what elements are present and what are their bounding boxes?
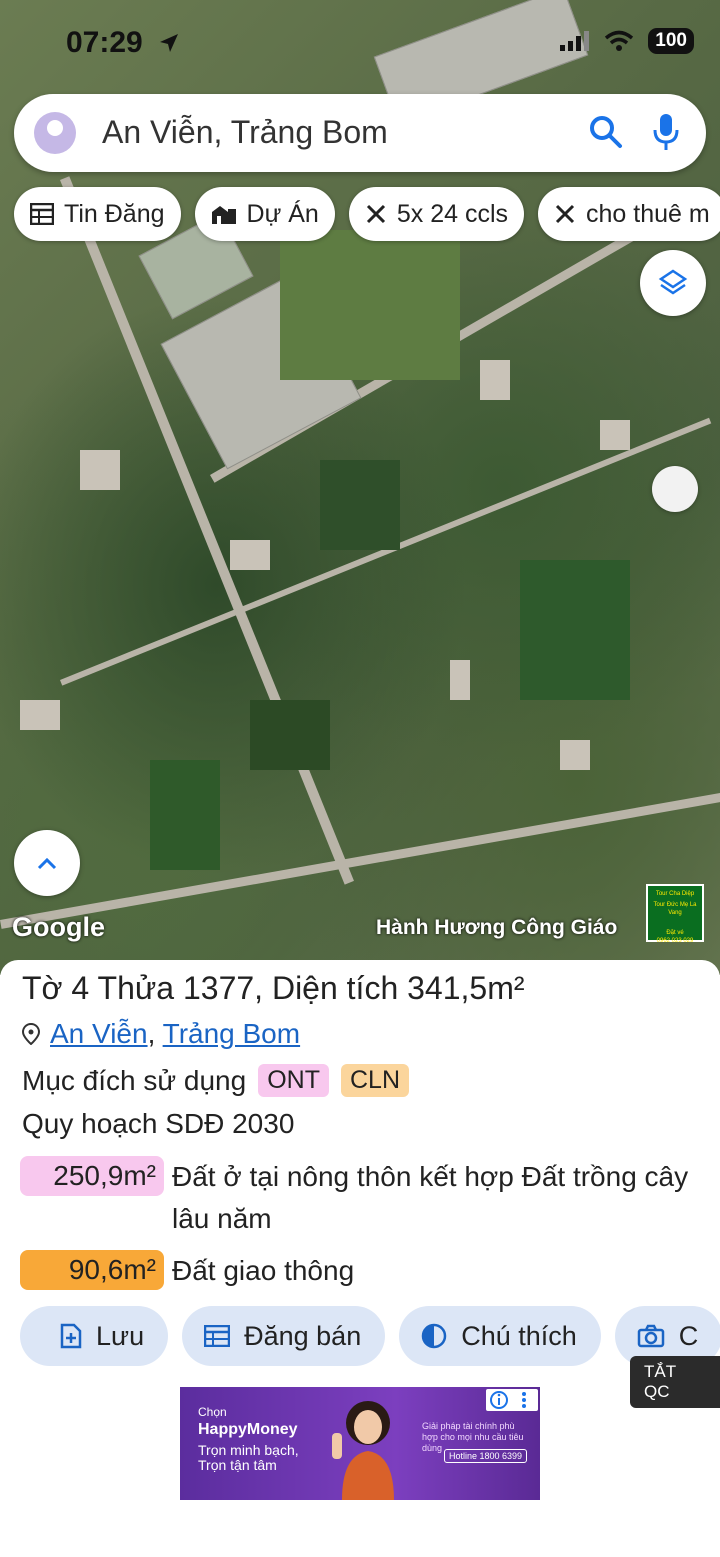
area-value-badge: 250,9m² bbox=[20, 1156, 164, 1196]
land-use-purpose: Mục đích sử dụng ONT CLN bbox=[22, 1064, 409, 1097]
chip-tin-dang[interactable]: Tin Đăng bbox=[14, 187, 181, 241]
mini-ad-line: Đặt vé bbox=[666, 930, 684, 936]
action-buttons: Lưu Đăng bán Chú thích C bbox=[20, 1306, 720, 1366]
ward-link[interactable]: An Viễn bbox=[50, 1018, 148, 1049]
plan-label: Quy hoạch SDĐ 2030 bbox=[22, 1108, 295, 1139]
ad-person-image bbox=[332, 1401, 394, 1500]
search-icon[interactable] bbox=[588, 114, 624, 150]
purpose-tag-cln: CLN bbox=[340, 1064, 409, 1097]
address-separator: , bbox=[147, 1018, 156, 1049]
status-time: 07:29 bbox=[66, 26, 143, 59]
table-icon bbox=[204, 1325, 231, 1347]
ad-hotline: Hotline 1800 6399 bbox=[444, 1449, 528, 1463]
battery-indicator: 100 bbox=[648, 28, 694, 54]
title-prefix: Tờ bbox=[22, 970, 72, 1006]
legend-button[interactable]: Chú thích bbox=[399, 1306, 601, 1366]
avatar[interactable] bbox=[34, 112, 76, 154]
area-value-badge: 90,6m² bbox=[20, 1250, 164, 1290]
area-description: Đất giao thông bbox=[172, 1255, 355, 1286]
contrast-icon bbox=[421, 1323, 447, 1349]
save-button[interactable]: Lưu bbox=[20, 1306, 169, 1366]
chip-5x24[interactable]: 5x 24 ccls bbox=[348, 187, 525, 241]
action-label: Đăng bán bbox=[244, 1320, 362, 1351]
filter-chips: Tin Đăng Dự Án 5x 24 ccls cho thuê m bbox=[14, 187, 720, 241]
wifi-icon bbox=[605, 30, 634, 51]
drag-handle[interactable] bbox=[652, 466, 698, 512]
post-sale-button[interactable]: Đăng bán bbox=[182, 1306, 386, 1366]
tour-ad-thumbnail[interactable]: Tour Cha Diệp Tour Đức Mẹ La Vang Đặt vé… bbox=[646, 884, 704, 944]
ad-tagline: Trọn minh bạch, Trọn tận tâm bbox=[198, 1442, 299, 1473]
google-logo: Google bbox=[12, 912, 105, 942]
area-prefix: , Diện tích bbox=[254, 970, 408, 1006]
search-input[interactable]: An Viễn, Trảng Bom bbox=[102, 114, 388, 151]
microphone-icon[interactable] bbox=[650, 112, 682, 152]
ad-brand: HappyMoney bbox=[198, 1421, 298, 1438]
parcel-number: 1377 bbox=[182, 970, 255, 1006]
signal-icon bbox=[560, 31, 590, 51]
chip-label: Tin Đăng bbox=[64, 199, 165, 228]
close-ad-button[interactable]: TẮT QC bbox=[630, 1356, 720, 1408]
sheet-number: 4 bbox=[71, 970, 90, 1006]
location-arrow-icon bbox=[160, 34, 178, 52]
building-icon bbox=[211, 206, 236, 224]
add-file-icon bbox=[60, 1323, 82, 1349]
area-row: 90,6m² Đất giao thông bbox=[20, 1250, 720, 1292]
district-link[interactable]: Trảng Bom bbox=[163, 1018, 300, 1049]
action-label: Chú thích bbox=[461, 1320, 577, 1351]
purpose-label: Mục đích sử dụng bbox=[22, 1064, 247, 1096]
table-icon bbox=[30, 203, 54, 225]
ad-banner[interactable]: Chọn HappyMoney Trọn minh bạch, Trọn tận… bbox=[180, 1387, 540, 1500]
camera-icon bbox=[637, 1324, 665, 1348]
layers-button[interactable] bbox=[640, 250, 706, 316]
ruler-icon bbox=[555, 204, 575, 224]
mini-ad-line: Tour Cha Diệp bbox=[655, 891, 695, 897]
chip-label: 5x 24 ccls bbox=[396, 199, 509, 228]
layers-icon bbox=[658, 269, 688, 295]
mini-ad-line: Tour Đức Mẹ La Vang bbox=[653, 902, 697, 916]
ad-info-icon bbox=[490, 1391, 526, 1409]
status-bar: 07:29 100 bbox=[0, 22, 720, 66]
chevron-up-icon bbox=[37, 857, 57, 870]
chip-du-an[interactable]: Dự Án bbox=[194, 187, 335, 241]
parcel-area: 341,5 bbox=[407, 970, 488, 1006]
location-pin-icon bbox=[22, 1023, 40, 1045]
action-label: C bbox=[678, 1320, 699, 1351]
mini-ad-line: 0962 023 029 bbox=[656, 938, 694, 944]
expand-up-button[interactable] bbox=[14, 830, 80, 896]
parcel-address: An Viễn, Trảng Bom bbox=[22, 1018, 300, 1050]
ad-info-icons[interactable] bbox=[486, 1389, 538, 1411]
ad-header: Chọn bbox=[198, 1405, 227, 1419]
chip-label: Dự Án bbox=[246, 199, 319, 228]
area-unit: m² bbox=[487, 970, 525, 1006]
parcel-title: Tờ 4 Thửa 1377, Diện tích 341,5m² bbox=[22, 970, 525, 1007]
chip-label: cho thuê m bbox=[586, 199, 710, 228]
purpose-tag-ont: ONT bbox=[258, 1064, 329, 1097]
action-label: Lưu bbox=[96, 1320, 145, 1351]
chip-cho-thue[interactable]: cho thuê m bbox=[538, 187, 720, 241]
area-row: 250,9m² Đất ở tại nông thôn kết hợp Đất … bbox=[20, 1156, 720, 1240]
map-attribution: Hành Hương Công Giáo bbox=[376, 916, 618, 939]
area-description: Đất ở tại nông thôn kết hợp Đất trồng câ… bbox=[172, 1161, 689, 1234]
parcel-prefix: Thửa bbox=[89, 970, 183, 1006]
ruler-icon bbox=[366, 204, 385, 224]
search-bar[interactable]: An Viễn, Trảng Bom bbox=[14, 94, 706, 172]
